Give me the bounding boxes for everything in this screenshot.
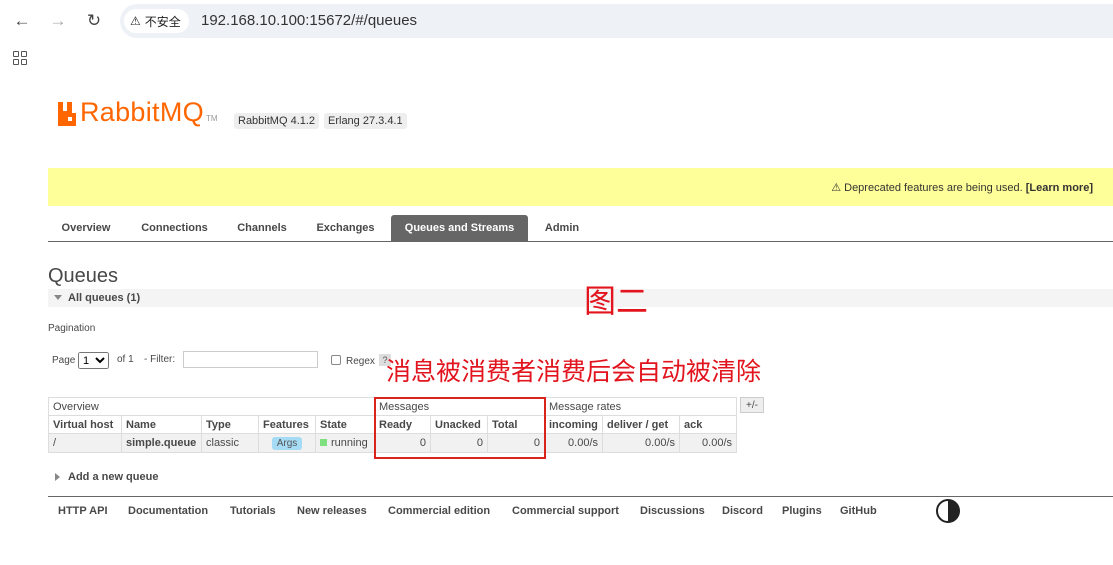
annotation-message: 消息被消费者消费后会自动被清除 [386, 358, 762, 386]
tab-overview[interactable]: Overview [48, 215, 124, 241]
tab-exchanges[interactable]: Exchanges [303, 215, 388, 241]
col-ack[interactable]: ack [679, 415, 737, 434]
col-virtual-host[interactable]: Virtual host [48, 415, 122, 434]
running-status-icon [320, 439, 327, 446]
insecure-label: 不安全 [144, 14, 181, 29]
logo-tm: TM [205, 114, 218, 123]
tab-connections[interactable]: Connections [128, 215, 221, 241]
regex-checkbox[interactable] [331, 355, 341, 365]
theme-toggle-icon[interactable] [936, 499, 960, 523]
col-state[interactable]: State [315, 415, 375, 434]
col-unacked[interactable]: Unacked [430, 415, 488, 434]
page-title: Queues [48, 265, 119, 287]
col-type[interactable]: Type [201, 415, 259, 434]
reload-icon[interactable]: ↻ [83, 10, 105, 32]
page-label: Page [52, 355, 76, 366]
back-icon[interactable]: ← [11, 10, 33, 32]
state-label: running [331, 437, 368, 449]
group-overview: Overview [48, 397, 375, 416]
col-deliver-get[interactable]: deliver / get [602, 415, 680, 434]
forward-icon[interactable]: → [47, 10, 69, 32]
filter-label: - Filter: [144, 354, 176, 365]
footer-github[interactable]: GitHub [840, 505, 877, 517]
tab-channels[interactable]: Channels [225, 215, 299, 241]
footer-http-api[interactable]: HTTP API [58, 505, 108, 517]
column-toggle-button[interactable]: +/- [740, 397, 764, 413]
cell-state: running [315, 433, 375, 453]
footer-discord[interactable]: Discord [722, 505, 763, 517]
address-bar[interactable]: ⚠ 不安全 192.168.10.100:15672/#/queues [120, 4, 1113, 38]
args-badge[interactable]: Args [271, 436, 303, 450]
footer-documentation[interactable]: Documentation [128, 505, 208, 517]
filter-input[interactable] [183, 351, 318, 368]
insecure-badge[interactable]: ⚠ 不安全 [124, 9, 189, 33]
cell-type: classic [201, 433, 259, 453]
col-name[interactable]: Name [121, 415, 202, 434]
cell-vhost: / [48, 433, 122, 453]
erlang-version: Erlang 27.3.4.1 [324, 113, 407, 129]
all-queues-label: All queues (1) [68, 292, 141, 304]
col-incoming[interactable]: incoming [544, 415, 603, 434]
footer-plugins[interactable]: Plugins [782, 505, 822, 517]
cell-incoming: 0.00/s [544, 433, 603, 453]
footer-discussions[interactable]: Discussions [640, 505, 705, 517]
all-queues-toggle[interactable]: All queues (1) [48, 289, 1113, 307]
tab-admin[interactable]: Admin [534, 215, 590, 241]
footer-commercial-support[interactable]: Commercial support [512, 505, 619, 517]
cell-ack: 0.00/s [679, 433, 737, 453]
cell-ready: 0 [374, 433, 431, 453]
col-ready[interactable]: Ready [374, 415, 431, 434]
annotation-title: 图二 [584, 283, 649, 319]
footer-new-releases[interactable]: New releases [297, 505, 367, 517]
col-features[interactable]: Features [258, 415, 316, 434]
rabbit-logo-icon [58, 102, 76, 126]
regex-label: Regex [346, 356, 375, 367]
page-count-label: of 1 [117, 354, 134, 365]
cell-features: Args [258, 433, 316, 453]
rabbitmq-version: RabbitMQ 4.1.2 [234, 113, 320, 129]
collapse-icon [54, 295, 62, 300]
queue-name-link[interactable]: simple.queue [121, 433, 202, 453]
footer-links: HTTP API Documentation Tutorials New rel… [48, 496, 1113, 525]
apps-grid-icon[interactable] [13, 51, 27, 65]
col-total[interactable]: Total [487, 415, 545, 434]
url-text[interactable]: 192.168.10.100:15672/#/queues [201, 12, 417, 29]
cell-unacked: 0 [430, 433, 488, 453]
add-queue-label: Add a new queue [68, 471, 159, 483]
footer-tutorials[interactable]: Tutorials [230, 505, 276, 517]
cell-total: 0 [487, 433, 545, 453]
rabbitmq-logo[interactable]: RabbitMQ TM [57, 99, 218, 126]
expand-icon [55, 473, 60, 482]
browser-toolbar: ← → ↻ ⚠ 不安全 192.168.10.100:15672/#/queue… [0, 0, 1113, 42]
main-tabs: Overview Connections Channels Exchanges … [48, 215, 1113, 242]
cell-deliver-get: 0.00/s [602, 433, 680, 453]
footer-commercial-edition[interactable]: Commercial edition [388, 505, 490, 517]
deprecation-text: ⚠ Deprecated features are being used. [L… [831, 181, 1093, 194]
group-message-rates: Message rates [544, 397, 737, 416]
group-messages: Messages [374, 397, 545, 416]
queues-table: Overview Messages Message rates Virtual … [48, 397, 737, 453]
deprecation-message: ⚠ Deprecated features are being used. [831, 182, 1026, 194]
warning-icon: ⚠ [130, 14, 141, 28]
tab-queues-and-streams[interactable]: Queues and Streams [391, 215, 528, 241]
pagination-label: Pagination [48, 323, 96, 334]
logo-text: RabbitMQ [80, 97, 204, 127]
page-select[interactable]: 1 [78, 352, 109, 369]
table-row[interactable]: / simple.queue classic Args running 0 0 … [48, 433, 737, 453]
learn-more-link[interactable]: [Learn more] [1026, 182, 1093, 194]
add-new-queue-toggle[interactable]: Add a new queue [55, 471, 158, 483]
deprecation-banner: ⚠ Deprecated features are being used. [L… [48, 168, 1113, 206]
